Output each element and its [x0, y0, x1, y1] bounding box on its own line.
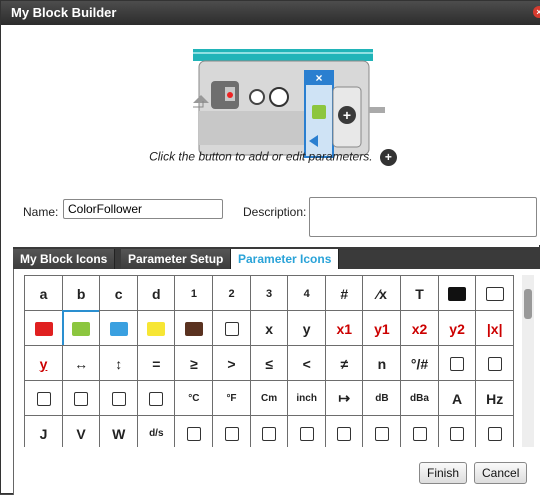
param-icon-row4-9[interactable]: dB — [362, 380, 402, 417]
param-icon-row4-10[interactable]: dBa — [400, 380, 439, 417]
tab-my-block-icons[interactable]: My Block Icons — [13, 249, 116, 269]
param-icon-row1-10[interactable]: T — [400, 275, 439, 312]
hash-out-icon[interactable] — [136, 380, 176, 417]
green-swatch-icon — [312, 105, 326, 119]
my-block-preview: × + — [193, 49, 385, 158]
param-icon-row3-8[interactable]: ≠ — [324, 345, 364, 382]
param-icon-row4-8[interactable]: ↦ — [324, 380, 364, 417]
slash-icon[interactable] — [287, 415, 327, 447]
param-icon-row1-4[interactable]: 1 — [174, 275, 214, 312]
param-icon-row4-7[interactable]: inch — [287, 380, 327, 417]
white-square-icon[interactable] — [475, 275, 514, 312]
parameter-icons-panel: a b c d 1 2 3 4 # ⁄x Tx y x1 y1 x2 y2 |x| y ↔ ↕ = ≥ > ≤ < ≠ n °/# °C… — [13, 269, 540, 495]
tab-parameter-setup[interactable]: Parameter Setup — [121, 249, 232, 269]
down-hash-icon[interactable] — [437, 345, 477, 382]
param-icon-row1-2[interactable]: c — [99, 275, 139, 312]
param-icon-row5-3[interactable]: d/s — [136, 415, 176, 447]
param-icon-row3-6[interactable]: ≤ — [249, 345, 289, 382]
param-icon-row1-8[interactable]: # — [324, 275, 364, 312]
add-parameter-button[interactable]: + — [379, 149, 397, 166]
description-input[interactable] — [309, 197, 537, 237]
param-icon-row4-4[interactable]: °C — [174, 380, 214, 417]
yellow-swatch-icon[interactable] — [136, 310, 176, 347]
blue-swatch-icon[interactable] — [99, 310, 139, 347]
param-icon-row3-3[interactable]: = — [136, 345, 176, 382]
remove-parameter-icon[interactable]: × — [315, 71, 322, 85]
param-icon-row2-7[interactable]: y — [287, 310, 327, 347]
param-icon-row3-5[interactable]: > — [212, 345, 251, 382]
close-icon[interactable]: × — [533, 6, 540, 18]
param-icon-row1-3[interactable]: d — [136, 275, 176, 312]
frame-icon[interactable] — [362, 415, 402, 447]
param-icon-row3-7[interactable]: < — [287, 345, 327, 382]
eraser-icon[interactable] — [212, 415, 251, 447]
scrollbar-thumb[interactable] — [524, 289, 532, 319]
param-icon-row4-11[interactable]: A — [437, 380, 477, 417]
param-icon-row5-0[interactable]: J — [24, 415, 63, 447]
param-icon-row4-5[interactable]: °F — [212, 380, 251, 417]
param-icon-row2-10[interactable]: x2 — [400, 310, 439, 347]
black-square-icon[interactable] — [437, 275, 477, 312]
no-color-icon[interactable] — [212, 310, 251, 347]
svg-text:+: + — [343, 107, 351, 123]
param-icon-row2-9[interactable]: y1 — [362, 310, 402, 347]
finish-button[interactable]: Finish — [419, 462, 468, 484]
tab-parameter-icons[interactable]: Parameter Icons — [231, 249, 340, 269]
builder-area: × + Click the button to add or edit para… — [13, 25, 540, 245]
angle-icon — [249, 89, 265, 105]
param-icon-row3-0[interactable]: y — [24, 345, 63, 382]
param-icon-row2-6[interactable]: x — [249, 310, 289, 347]
param-icon-row2-8[interactable]: x1 — [324, 310, 364, 347]
param-icon-row3-4[interactable]: ≥ — [174, 345, 214, 382]
title-bar: My Block Builder × — [1, 1, 540, 25]
small-hash-icon[interactable] — [99, 380, 139, 417]
width-icon[interactable] — [24, 380, 63, 417]
param-icon-row3-10[interactable]: °/# — [400, 345, 439, 382]
frame-dark-icon[interactable] — [400, 415, 439, 447]
param-icon-row5-2[interactable]: W — [99, 415, 139, 447]
block-builder-window: My Block Builder × × + Click the button … — [0, 0, 540, 495]
hash-in-icon[interactable] — [61, 380, 101, 417]
color-sensor-icon — [211, 81, 239, 109]
param-icon-row1-7[interactable]: 4 — [287, 275, 327, 312]
param-icon-row2-11[interactable]: y2 — [437, 310, 477, 347]
param-icon-row3-1[interactable]: ↔ — [61, 345, 101, 382]
param-icon-row1-9[interactable]: ⁄x — [362, 275, 402, 312]
description-label: Description: — [243, 205, 307, 219]
speed-icon — [269, 87, 289, 107]
param-icon-row4-12[interactable]: Hz — [475, 380, 514, 417]
name-input[interactable] — [63, 199, 223, 219]
param-icon-row1-0[interactable]: a — [24, 275, 63, 312]
slash-dark-icon[interactable] — [324, 415, 364, 447]
param-icon-row4-6[interactable]: Cm — [249, 380, 289, 417]
half-circle-icon[interactable] — [249, 415, 289, 447]
hash-arrow-icon[interactable] — [475, 345, 514, 382]
scrollbar[interactable] — [522, 275, 534, 447]
rotate-icon[interactable] — [174, 415, 214, 447]
add-parameter-hint: Click the button to add or edit paramete… — [13, 149, 533, 166]
param-icon-row3-2[interactable]: ↕ — [99, 345, 139, 382]
green-swatch-icon[interactable] — [61, 310, 101, 347]
param-icon-row1-5[interactable]: 2 — [212, 275, 251, 312]
ring-dark-icon[interactable] — [475, 415, 514, 447]
brown-swatch-icon[interactable] — [174, 310, 214, 347]
red-swatch-icon[interactable] — [24, 310, 63, 347]
tab-bar: My Block Icons Parameter Setup Parameter… — [13, 247, 540, 269]
window-title: My Block Builder — [11, 5, 117, 20]
cancel-button[interactable]: Cancel — [474, 462, 528, 484]
icon-grid: a b c d 1 2 3 4 # ⁄x Tx y x1 y1 x2 y2 |x| y ↔ ↕ = ≥ > ≤ < ≠ n °/# °C… — [24, 275, 514, 447]
param-icon-row5-1[interactable]: V — [61, 415, 101, 447]
param-icon-row1-6[interactable]: 3 — [249, 275, 289, 312]
param-icon-row2-12[interactable]: |x| — [475, 310, 514, 347]
param-icon-row1-1[interactable]: b — [61, 275, 101, 312]
name-label: Name: — [23, 205, 59, 219]
ring-icon[interactable] — [437, 415, 477, 447]
param-icon-row3-9[interactable]: n — [362, 345, 402, 382]
